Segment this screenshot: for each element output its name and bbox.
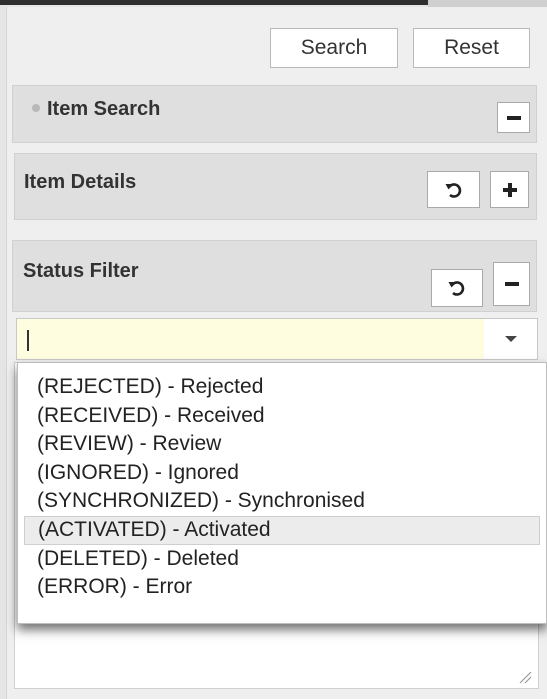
dropdown-option[interactable]: (REVIEW) - Review	[24, 430, 540, 459]
bullet-icon	[32, 104, 40, 112]
status-combo-arrow[interactable]	[484, 319, 537, 359]
status-combo-input[interactable]	[16, 318, 538, 360]
resize-grip-icon[interactable]	[518, 670, 532, 684]
chevron-down-icon	[504, 336, 517, 342]
refresh-icon	[445, 182, 461, 198]
item-search-collapse-button[interactable]	[497, 102, 530, 133]
dropdown-option[interactable]: (IGNORED) - Ignored	[24, 459, 540, 488]
dropdown-option[interactable]: (DELETED) - Deleted	[24, 545, 540, 574]
dropdown-option[interactable]: (SYNCHRONIZED) - Synchronised	[24, 487, 540, 516]
text-caret	[27, 330, 29, 351]
status-dropdown-list: (REJECTED) - Rejected (RECEIVED) - Recei…	[17, 362, 547, 624]
status-filter-collapse-button[interactable]	[493, 262, 530, 306]
status-filter-refresh-button[interactable]	[431, 269, 483, 307]
dropdown-option-highlighted[interactable]: (ACTIVATED) - Activated	[24, 515, 540, 545]
dropdown-option[interactable]: (ERROR) - Error	[24, 573, 540, 602]
item-details-title: Item Details	[24, 171, 137, 193]
refresh-icon	[448, 281, 465, 296]
plus-icon	[502, 182, 517, 197]
top-bar-right	[428, 0, 547, 7]
item-search-title: Item Search	[47, 98, 161, 120]
dropdown-option[interactable]: (REJECTED) - Rejected	[24, 373, 540, 402]
search-button[interactable]: Search	[270, 28, 398, 68]
item-details-expand-button[interactable]	[490, 171, 529, 208]
status-filter-title: Status Filter	[23, 260, 139, 282]
minus-icon	[506, 115, 521, 120]
reset-button[interactable]: Reset	[413, 28, 530, 68]
minus-icon	[504, 282, 519, 286]
dropdown-option[interactable]: (RECEIVED) - Received	[24, 402, 540, 431]
item-details-refresh-button[interactable]	[427, 171, 480, 208]
